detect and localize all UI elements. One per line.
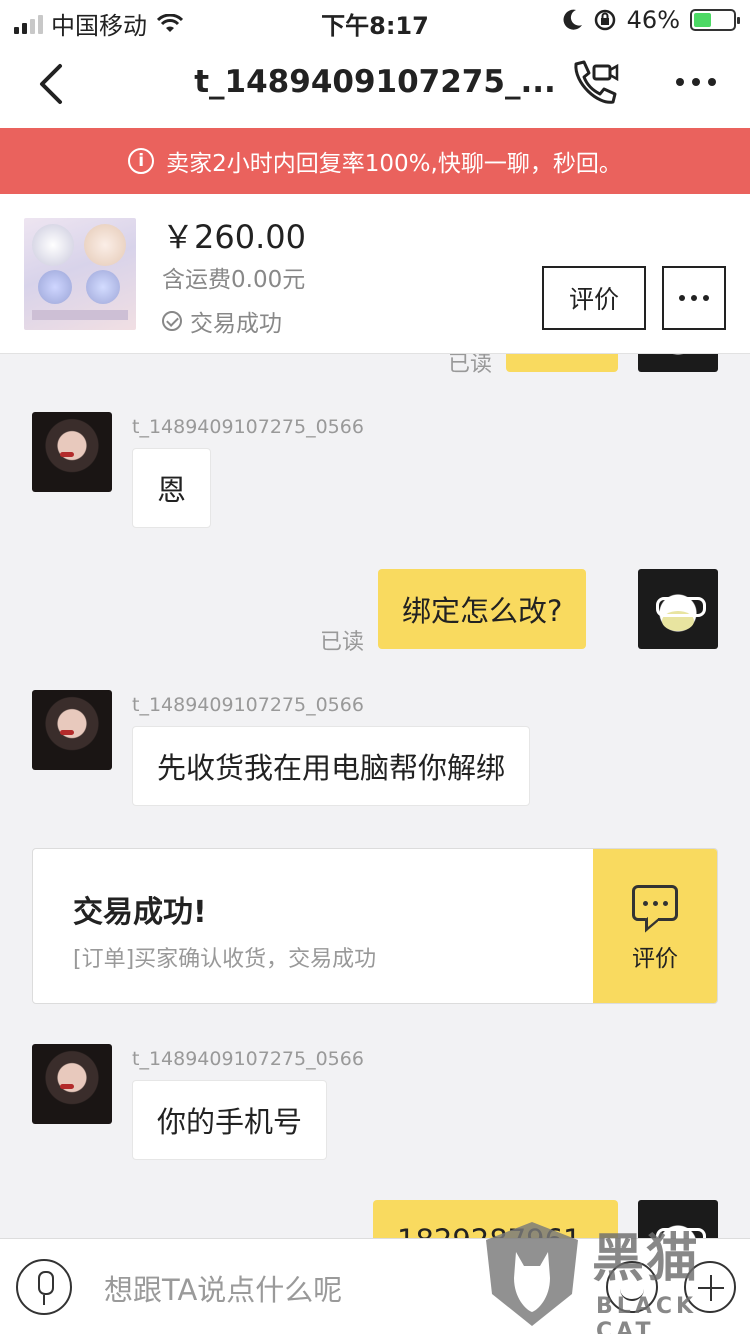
shipping-fee: 含运费0.00元	[162, 267, 306, 293]
status-right: 46%	[563, 6, 740, 34]
product-card[interactable]: ￥260.00 含运费0.00元 交易成功 评价	[0, 194, 750, 354]
seller-avatar[interactable]	[32, 690, 112, 770]
message-input[interactable]: 想跟TA说点什么呢	[104, 1267, 342, 1309]
order-review-button[interactable]: 评价	[593, 849, 717, 1003]
order-card-title: 交易成功!	[73, 895, 207, 930]
read-receipt: 已读	[448, 354, 493, 377]
microphone-icon[interactable]	[16, 1259, 72, 1315]
battery-icon	[690, 9, 740, 31]
product-price: ￥260.00	[162, 218, 306, 256]
emoji-icon[interactable]	[606, 1261, 658, 1313]
seller-avatar[interactable]	[32, 1044, 112, 1124]
my-avatar[interactable]	[638, 1200, 718, 1238]
message-bubble-out[interactable]	[506, 354, 618, 372]
plus-icon[interactable]	[684, 1261, 736, 1313]
seller-avatar[interactable]	[32, 412, 112, 492]
chat-bubble-icon	[632, 885, 678, 921]
trade-status: 交易成功	[162, 304, 282, 338]
sender-name: t_1489409107275_0566	[132, 694, 364, 716]
message-bubble-out[interactable]: 绑定怎么改?	[378, 569, 587, 649]
message-bubble-in[interactable]: 先收货我在用电脑帮你解绑	[132, 726, 531, 806]
message-bubble-out[interactable]: 1829287961…	[373, 1200, 618, 1238]
order-card-description: [订单]买家确认收货，交易成功	[73, 947, 377, 972]
product-more-button[interactable]	[662, 266, 726, 330]
my-avatar[interactable]	[638, 354, 718, 372]
message-bubble-in[interactable]: 你的手机号	[132, 1080, 328, 1160]
phone-video-icon[interactable]	[568, 58, 620, 108]
check-circle-icon	[162, 311, 182, 331]
chat-area[interactable]: 已读 t_1489409107275_0566 恩 已读 绑定怎么改? t_14…	[0, 354, 750, 1238]
info-icon: i	[128, 148, 155, 174]
message-bubble-in[interactable]: 恩	[132, 448, 212, 528]
trade-status-label: 交易成功	[190, 311, 282, 337]
moon-icon	[563, 9, 582, 30]
sender-name: t_1489409107275_0566	[132, 416, 364, 438]
back-icon[interactable]	[30, 60, 74, 108]
rotation-lock-icon	[594, 9, 615, 31]
sender-name: t_1489409107275_0566	[132, 1048, 364, 1070]
banner-text: 卖家2小时内回复率100%,快聊一聊，秒回。	[166, 151, 622, 177]
nav-bar: t_1489409107275_...	[0, 40, 750, 128]
battery-percent: 46%	[626, 6, 680, 34]
conversation-title: t_1489409107275_...	[194, 64, 556, 100]
status-bar: 中国移动 下午8:17 46%	[0, 0, 750, 40]
order-status-card[interactable]: 交易成功! [订单]买家确认收货，交易成功 评价	[32, 848, 718, 1004]
more-options-icon[interactable]	[676, 78, 716, 86]
read-receipt: 已读	[320, 630, 365, 655]
input-bar: 想跟TA说点什么呢	[0, 1238, 750, 1334]
product-thumbnail[interactable]	[24, 218, 136, 330]
order-review-label: 评价	[632, 946, 678, 972]
my-avatar[interactable]	[638, 569, 718, 649]
reply-rate-banner: i 卖家2小时内回复率100%,快聊一聊，秒回。	[0, 128, 750, 194]
review-button[interactable]: 评价	[542, 266, 646, 330]
